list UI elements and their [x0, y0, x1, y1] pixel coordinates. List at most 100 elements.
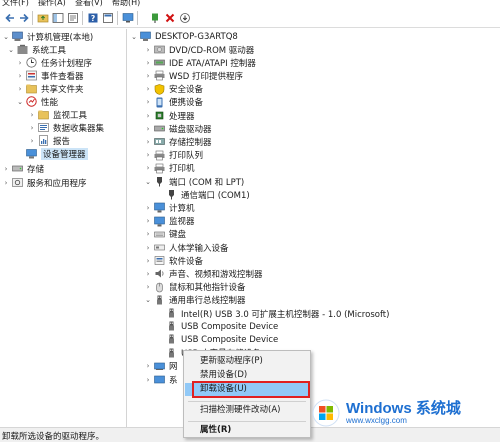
collapsed-arrow-icon[interactable]: › — [144, 204, 152, 212]
ide-icon — [154, 57, 165, 68]
collapsed-arrow-icon[interactable]: › — [144, 257, 152, 265]
device-tree-item[interactable]: › 计算机 — [144, 201, 195, 214]
expanded-arrow-icon[interactable]: ⌄ — [2, 33, 10, 41]
device-tree-item[interactable]: › 软件设备 — [144, 254, 203, 267]
device-tree-item[interactable]: › 打印队列 — [144, 149, 203, 162]
menu-item-uninstall-device[interactable]: 卸载设备(U) — [185, 383, 309, 396]
tree-item-reports[interactable]: › 报告 — [28, 134, 70, 147]
view-icon[interactable] — [101, 11, 115, 25]
device-tree-item[interactable]: 通信端口 (COM1) — [156, 188, 250, 201]
expanded-arrow-icon[interactable]: ⌄ — [144, 178, 152, 186]
expanded-arrow-icon[interactable]: ⌄ — [130, 33, 138, 41]
properties-icon[interactable] — [66, 11, 80, 25]
collapsed-arrow-icon[interactable]: › — [144, 244, 152, 252]
update-driver-icon[interactable] — [148, 11, 162, 25]
expanded-arrow-icon[interactable]: ⌄ — [144, 296, 152, 304]
menu-item-update-driver[interactable]: 更新驱动程序(P) — [200, 355, 263, 368]
show-hide-tree-icon[interactable] — [51, 11, 65, 25]
collapsed-arrow-icon[interactable]: › — [144, 112, 152, 120]
collapsed-arrow-icon[interactable]: › — [144, 376, 152, 384]
collapsed-arrow-icon[interactable]: › — [2, 165, 10, 173]
menu-separator — [188, 421, 306, 422]
collapsed-arrow-icon[interactable]: › — [144, 46, 152, 54]
tree-item-performance[interactable]: ⌄ 性能 — [16, 95, 58, 108]
forward-icon[interactable] — [17, 11, 31, 25]
help-icon[interactable]: ? — [86, 11, 100, 25]
tree-item-event-viewer[interactable]: › 事件查看器 — [16, 69, 84, 82]
collapsed-arrow-icon[interactable]: › — [144, 85, 152, 93]
device-tree-label: 计算机 — [169, 203, 195, 214]
tree-item-shared-folders[interactable]: › 共享文件夹 — [16, 82, 84, 95]
monitor-icon[interactable] — [121, 11, 135, 25]
tree-item-monitoring-tools[interactable]: › 监视工具 — [28, 108, 87, 121]
collapsed-arrow-icon[interactable]: › — [144, 125, 152, 133]
tree-item-root[interactable]: ⌄ 计算机管理(本地) — [2, 30, 93, 43]
menu-item-scan-hardware[interactable]: 扫描检测硬件改动(A) — [200, 404, 280, 417]
collapsed-arrow-icon[interactable]: › — [144, 138, 152, 146]
device-tree-item[interactable]: › 处理器 — [144, 109, 195, 122]
tree-item-system-tools[interactable]: ⌄ 系统工具 — [7, 43, 66, 56]
device-tree-item[interactable]: › 鼠标和其他指针设备 — [144, 281, 246, 294]
device-tree-item[interactable]: › 磁盘驱动器 — [144, 122, 212, 135]
tree-item-label: 设备管理器 — [41, 147, 88, 160]
tree-item-computer-root[interactable]: ⌄ DESKTOP-G3ARTQ8 — [130, 30, 238, 43]
collapsed-arrow-icon[interactable]: › — [144, 59, 152, 67]
collapsed-arrow-icon[interactable]: › — [28, 111, 36, 119]
device-tree-item[interactable]: Intel(R) USB 3.0 可扩展主机控制器 - 1.0 (Microso… — [156, 307, 389, 320]
back-icon[interactable] — [3, 11, 17, 25]
collapsed-arrow-icon[interactable]: › — [144, 270, 152, 278]
collapsed-arrow-icon[interactable]: › — [144, 151, 152, 159]
tree-item-services-apps[interactable]: › 服务和应用程序 — [2, 176, 87, 189]
device-tree-item[interactable]: › 便携设备 — [144, 96, 203, 109]
collapsed-arrow-icon[interactable]: › — [144, 164, 152, 172]
device-tree-item[interactable]: USB Composite Device — [156, 320, 278, 333]
device-tree-item[interactable]: › WSD 打印提供程序 — [144, 69, 243, 82]
menu-help[interactable]: 帮助(H) — [112, 0, 140, 8]
menu-item-disable-device[interactable]: 禁用设备(D) — [200, 369, 247, 382]
menu-file[interactable]: 文件(F) — [2, 0, 29, 8]
expanded-arrow-icon[interactable]: ⌄ — [7, 46, 15, 54]
expanded-arrow-icon[interactable]: ⌄ — [16, 98, 24, 106]
menu-item-properties[interactable]: 属性(R) — [200, 424, 231, 437]
collapsed-arrow-icon[interactable]: › — [144, 217, 152, 225]
device-tree-item[interactable]: ⌄ 端口 (COM 和 LPT) — [144, 175, 244, 188]
device-tree-item[interactable]: › DVD/CD-ROM 驱动器 — [144, 43, 255, 56]
tree-item-label: 监视工具 — [53, 110, 88, 121]
device-tree-item[interactable]: › 打印机 — [144, 162, 195, 175]
device-tree-item[interactable]: › 网 — [144, 360, 178, 373]
device-tree-item[interactable]: USB Composite Device — [156, 333, 278, 346]
collapsed-arrow-icon[interactable]: › — [144, 230, 152, 238]
uninstall-x-icon[interactable] — [163, 11, 177, 25]
menu-action[interactable]: 操作(A) — [38, 0, 66, 8]
tree-item-device-manager[interactable]: 设备管理器 — [16, 147, 88, 160]
computer-management-icon — [12, 31, 23, 42]
collapsed-arrow-icon[interactable]: › — [16, 59, 24, 67]
device-tree-item[interactable]: › 系 — [144, 373, 178, 386]
device-tree-label: 磁盘驱动器 — [169, 124, 212, 135]
device-tree-item[interactable]: › 声音、视频和游戏控制器 — [144, 267, 263, 280]
scan-down-arrow-icon[interactable] — [178, 11, 192, 25]
device-tree-item[interactable]: › 人体学输入设备 — [144, 241, 229, 254]
collapsed-arrow-icon[interactable]: › — [144, 98, 152, 106]
device-tree-item[interactable]: ⌄ 通用串行总线控制器 — [144, 294, 246, 307]
computer-name: DESKTOP-G3ARTQ8 — [155, 31, 238, 42]
tree-item-label: 共享文件夹 — [41, 84, 84, 95]
collapsed-arrow-icon[interactable]: › — [16, 85, 24, 93]
tree-item-data-collector-sets[interactable]: › 数据收集器集 — [28, 121, 104, 134]
menu-view[interactable]: 查看(V) — [75, 0, 103, 8]
collapsed-arrow-icon[interactable]: › — [144, 283, 152, 291]
collapsed-arrow-icon[interactable]: › — [28, 137, 36, 145]
device-tree-item[interactable]: › 监视器 — [144, 215, 195, 228]
device-tree-item[interactable]: › 安全设备 — [144, 83, 203, 96]
collapsed-arrow-icon[interactable]: › — [16, 72, 24, 80]
device-tree-item[interactable]: › IDE ATA/ATAPI 控制器 — [144, 56, 256, 69]
tree-item-task-scheduler[interactable]: › 任务计划程序 — [16, 56, 92, 69]
device-tree-item[interactable]: › 存储控制器 — [144, 135, 212, 148]
up-folder-icon[interactable] — [36, 11, 50, 25]
tree-item-storage[interactable]: › 存储 — [2, 162, 44, 175]
collapsed-arrow-icon[interactable]: › — [144, 72, 152, 80]
device-tree-item[interactable]: › 键盘 — [144, 228, 186, 241]
collapsed-arrow-icon[interactable]: › — [144, 362, 152, 370]
collapsed-arrow-icon[interactable]: › — [28, 124, 36, 132]
collapsed-arrow-icon[interactable]: › — [2, 179, 10, 187]
